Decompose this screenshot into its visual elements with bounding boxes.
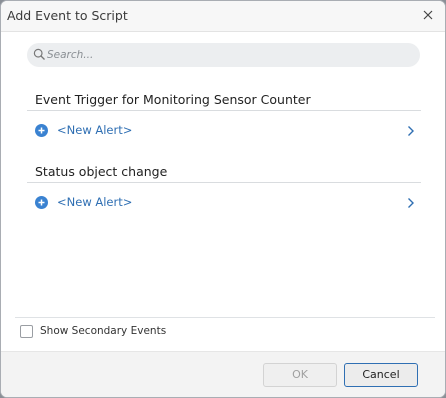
search-icon bbox=[33, 48, 45, 60]
chevron-right-icon bbox=[408, 126, 414, 136]
search-box[interactable] bbox=[27, 43, 420, 67]
search-input[interactable] bbox=[47, 46, 407, 64]
dialog-title: Add Event to Script bbox=[7, 8, 128, 23]
section-divider bbox=[27, 182, 421, 183]
section-divider bbox=[27, 110, 421, 111]
section-title-event-trigger: Event Trigger for Monitoring Sensor Coun… bbox=[35, 92, 311, 107]
add-circle-icon bbox=[35, 124, 48, 137]
new-alert-label: <New Alert> bbox=[57, 123, 133, 137]
section-title-status-change: Status object change bbox=[35, 164, 168, 179]
cancel-button[interactable]: Cancel bbox=[344, 363, 418, 387]
show-secondary-events-checkbox[interactable] bbox=[20, 325, 33, 338]
dialog-footer: OK Cancel bbox=[1, 351, 445, 397]
close-icon[interactable] bbox=[419, 6, 437, 24]
new-alert-row-status-change[interactable]: <New Alert> bbox=[27, 191, 421, 215]
add-circle-icon bbox=[35, 196, 48, 209]
options-divider bbox=[15, 317, 435, 318]
new-alert-row-event-trigger[interactable]: <New Alert> bbox=[27, 119, 421, 143]
show-secondary-events-label: Show Secondary Events bbox=[40, 325, 167, 337]
add-event-dialog: Add Event to Script Event Trigger for Mo… bbox=[0, 0, 446, 398]
title-bar: Add Event to Script bbox=[1, 1, 445, 32]
chevron-right-icon bbox=[408, 198, 414, 208]
new-alert-label: <New Alert> bbox=[57, 195, 133, 209]
ok-button[interactable]: OK bbox=[263, 363, 337, 387]
